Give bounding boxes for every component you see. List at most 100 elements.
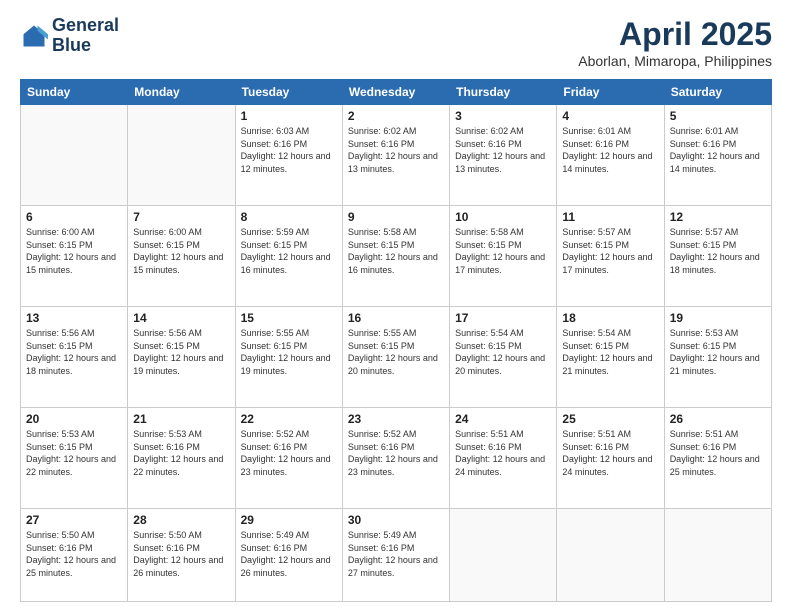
day-number: 8	[241, 210, 337, 224]
cell-info: Sunrise: 6:01 AMSunset: 6:16 PMDaylight:…	[562, 125, 658, 175]
day-number: 20	[26, 412, 122, 426]
day-number: 18	[562, 311, 658, 325]
day-number: 15	[241, 311, 337, 325]
table-row: 3Sunrise: 6:02 AMSunset: 6:16 PMDaylight…	[450, 105, 557, 206]
cell-info: Sunrise: 5:49 AMSunset: 6:16 PMDaylight:…	[348, 529, 444, 579]
day-number: 17	[455, 311, 551, 325]
day-number: 19	[670, 311, 766, 325]
table-row: 11 Sunrise: 5:57 AMSunset: 6:15 PMDayligh…	[557, 206, 664, 307]
table-row: 21Sunrise: 5:53 AMSunset: 6:16 PMDayligh…	[128, 408, 235, 509]
cell-info: Sunrise: 5:54 AMSunset: 6:15 PMDaylight:…	[455, 327, 551, 377]
table-row: 18 Sunrise: 5:54 AMSunset: 6:15 PMDayligh…	[557, 307, 664, 408]
day-number: 2	[348, 109, 444, 123]
logo: General Blue	[20, 16, 119, 56]
day-number: 14	[133, 311, 229, 325]
table-row: 5 Sunrise: 6:01 AMSunset: 6:16 PMDaylight…	[664, 105, 771, 206]
day-number: 26	[670, 412, 766, 426]
table-row	[21, 105, 128, 206]
day-number: 9	[348, 210, 444, 224]
cell-info: Sunrise: 6:02 AMSunset: 6:16 PMDaylight:…	[348, 125, 444, 175]
day-number: 30	[348, 513, 444, 527]
day-number: 12	[670, 210, 766, 224]
day-number: 23	[348, 412, 444, 426]
cell-info: Sunrise: 5:59 AMSunset: 6:15 PMDaylight:…	[241, 226, 337, 276]
col-thursday: Thursday	[450, 80, 557, 105]
table-row	[557, 509, 664, 602]
col-wednesday: Wednesday	[342, 80, 449, 105]
subtitle: Aborlan, Mimaropa, Philippines	[578, 53, 772, 69]
main-title: April 2025	[578, 16, 772, 53]
table-row: 16 Sunrise: 5:55 AMSunset: 6:15 PMDayligh…	[342, 307, 449, 408]
table-row: 28 Sunrise: 5:50 AMSunset: 6:16 PMDayligh…	[128, 509, 235, 602]
table-row: 8 Sunrise: 5:59 AMSunset: 6:15 PMDaylight…	[235, 206, 342, 307]
cell-info: Sunrise: 5:55 AMSunset: 6:15 PMDaylight:…	[241, 327, 337, 377]
table-row: 9 Sunrise: 5:58 AMSunset: 6:15 PMDaylight…	[342, 206, 449, 307]
page: General Blue April 2025 Aborlan, Mimarop…	[0, 0, 792, 612]
cell-info: Sunrise: 5:56 AMSunset: 6:15 PMDaylight:…	[26, 327, 122, 377]
table-row: 13 Sunrise: 5:56 AMSunset: 6:15 PMDayligh…	[21, 307, 128, 408]
cell-info: Sunrise: 5:56 AMSunset: 6:15 PMDaylight:…	[133, 327, 229, 377]
cell-info: Sunrise: 5:57 AMSunset: 6:15 PMDaylight:…	[562, 226, 658, 276]
day-number: 11	[562, 210, 658, 224]
table-row: 24Sunrise: 5:51 AMSunset: 6:16 PMDayligh…	[450, 408, 557, 509]
day-number: 13	[26, 311, 122, 325]
cell-info: Sunrise: 5:53 AMSunset: 6:15 PMDaylight:…	[26, 428, 122, 478]
cell-info: Sunrise: 6:00 AMSunset: 6:15 PMDaylight:…	[26, 226, 122, 276]
logo-text: General Blue	[52, 16, 119, 56]
table-row: 19 Sunrise: 5:53 AMSunset: 6:15 PMDayligh…	[664, 307, 771, 408]
day-number: 25	[562, 412, 658, 426]
day-number: 28	[133, 513, 229, 527]
title-block: April 2025 Aborlan, Mimaropa, Philippine…	[578, 16, 772, 69]
cell-info: Sunrise: 5:55 AMSunset: 6:15 PMDaylight:…	[348, 327, 444, 377]
day-number: 3	[455, 109, 551, 123]
cell-info: Sunrise: 5:51 AMSunset: 6:16 PMDaylight:…	[455, 428, 551, 478]
table-row: 10 Sunrise: 5:58 AMSunset: 6:15 PMDayligh…	[450, 206, 557, 307]
table-row: 20 Sunrise: 5:53 AMSunset: 6:15 PMDayligh…	[21, 408, 128, 509]
table-row: 29 Sunrise: 5:49 AMSunset: 6:16 PMDayligh…	[235, 509, 342, 602]
cell-info: Sunrise: 5:49 AMSunset: 6:16 PMDaylight:…	[241, 529, 337, 579]
col-saturday: Saturday	[664, 80, 771, 105]
cell-info: Sunrise: 5:58 AMSunset: 6:15 PMDaylight:…	[455, 226, 551, 276]
col-sunday: Sunday	[21, 80, 128, 105]
cell-info: Sunrise: 6:00 AMSunset: 6:15 PMDaylight:…	[133, 226, 229, 276]
cell-info: Sunrise: 6:01 AMSunset: 6:16 PMDaylight:…	[670, 125, 766, 175]
day-number: 4	[562, 109, 658, 123]
cell-info: Sunrise: 5:50 AMSunset: 6:16 PMDaylight:…	[133, 529, 229, 579]
cell-info: Sunrise: 5:58 AMSunset: 6:15 PMDaylight:…	[348, 226, 444, 276]
day-number: 10	[455, 210, 551, 224]
table-row: 23Sunrise: 5:52 AMSunset: 6:16 PMDayligh…	[342, 408, 449, 509]
table-row: 12 Sunrise: 5:57 AMSunset: 6:15 PMDayligh…	[664, 206, 771, 307]
table-row	[664, 509, 771, 602]
day-number: 6	[26, 210, 122, 224]
table-row: 30 Sunrise: 5:49 AMSunset: 6:16 PMDayligh…	[342, 509, 449, 602]
table-row: 25Sunrise: 5:51 AMSunset: 6:16 PMDayligh…	[557, 408, 664, 509]
table-row: 7 Sunrise: 6:00 AMSunset: 6:15 PMDaylight…	[128, 206, 235, 307]
day-number: 21	[133, 412, 229, 426]
table-row: 1 Sunrise: 6:03 AMSunset: 6:16 PMDaylight…	[235, 105, 342, 206]
day-number: 16	[348, 311, 444, 325]
calendar-table: Sunday Monday Tuesday Wednesday Thursday…	[20, 79, 772, 602]
header: General Blue April 2025 Aborlan, Mimarop…	[20, 16, 772, 69]
cell-info: Sunrise: 6:03 AMSunset: 6:16 PMDaylight:…	[241, 125, 337, 175]
table-row: 4 Sunrise: 6:01 AMSunset: 6:16 PMDaylight…	[557, 105, 664, 206]
table-row: 27Sunrise: 5:50 AMSunset: 6:16 PMDayligh…	[21, 509, 128, 602]
day-number: 29	[241, 513, 337, 527]
cell-info: Sunrise: 5:52 AMSunset: 6:16 PMDaylight:…	[241, 428, 337, 478]
day-number: 22	[241, 412, 337, 426]
cell-info: Sunrise: 5:50 AMSunset: 6:16 PMDaylight:…	[26, 529, 122, 579]
day-number: 7	[133, 210, 229, 224]
cell-info: Sunrise: 5:53 AMSunset: 6:15 PMDaylight:…	[670, 327, 766, 377]
table-row	[450, 509, 557, 602]
day-number: 5	[670, 109, 766, 123]
table-row: 14 Sunrise: 5:56 AMSunset: 6:15 PMDayligh…	[128, 307, 235, 408]
cell-info: Sunrise: 5:54 AMSunset: 6:15 PMDaylight:…	[562, 327, 658, 377]
table-row: 15 Sunrise: 5:55 AMSunset: 6:15 PMDayligh…	[235, 307, 342, 408]
col-tuesday: Tuesday	[235, 80, 342, 105]
table-row: 6 Sunrise: 6:00 AMSunset: 6:15 PMDaylight…	[21, 206, 128, 307]
day-number: 1	[241, 109, 337, 123]
cell-info: Sunrise: 5:51 AMSunset: 6:16 PMDaylight:…	[670, 428, 766, 478]
col-friday: Friday	[557, 80, 664, 105]
cell-info: Sunrise: 5:57 AMSunset: 6:15 PMDaylight:…	[670, 226, 766, 276]
col-monday: Monday	[128, 80, 235, 105]
table-row: 2 Sunrise: 6:02 AMSunset: 6:16 PMDaylight…	[342, 105, 449, 206]
